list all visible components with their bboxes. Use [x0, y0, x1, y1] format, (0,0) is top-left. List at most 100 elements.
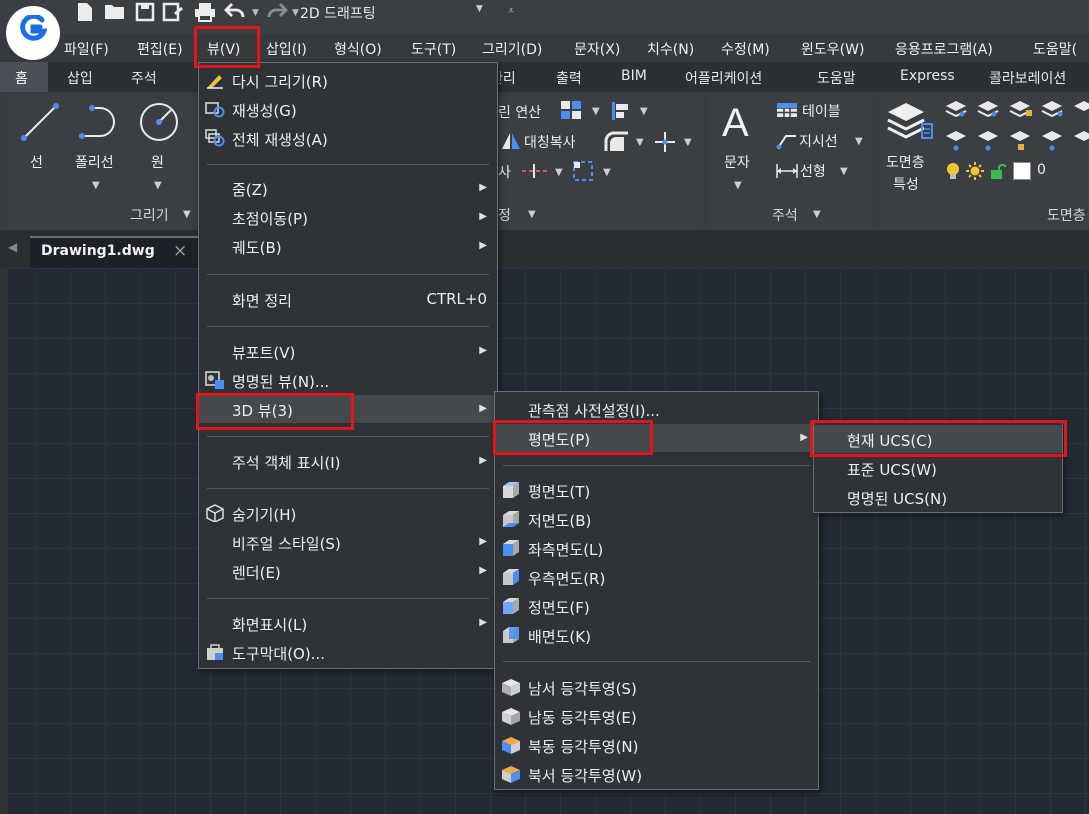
menu-dimension[interactable]: 치수(N) — [647, 39, 694, 61]
menu-item-front-view[interactable]: 정면도(F) — [495, 592, 818, 620]
layer-unlock-icon[interactable] — [990, 162, 1007, 180]
menu-tools[interactable]: 도구(T) — [411, 39, 456, 61]
annotation-panel-title[interactable]: 주석 — [772, 205, 798, 225]
line-label[interactable]: 선 — [30, 152, 43, 172]
modify-panel-title[interactable]: 정 — [498, 205, 511, 225]
menu-window[interactable]: 윈도우(W) — [801, 39, 864, 61]
layer-properties-icon[interactable] — [884, 98, 936, 144]
workspace-dropdown-icon[interactable]: ▼ — [476, 4, 483, 14]
draw-panel-expand-icon[interactable]: ▼ — [183, 209, 191, 220]
text-label[interactable]: 문자 — [724, 152, 750, 172]
menu-item-back-view[interactable]: 배면도(K) — [495, 621, 818, 649]
circle-icon[interactable] — [137, 100, 181, 144]
offset-icon[interactable] — [520, 161, 550, 181]
layer-on-bulb-icon[interactable] — [946, 162, 960, 180]
menu-item-visual-styles[interactable]: 비주얼 스타일(S) ▶ — [199, 528, 497, 556]
save-icon[interactable] — [134, 2, 156, 24]
menu-application[interactable]: 응용프로그램(A) — [895, 39, 993, 61]
menu-insert[interactable]: 삽입(I) — [266, 39, 307, 61]
menu-draw[interactable]: 그리기(D) — [482, 39, 542, 61]
polyline-icon[interactable] — [76, 100, 120, 144]
ribbon-tab-output[interactable]: 출력 — [556, 68, 582, 88]
workspace-selector[interactable]: 2D 드래프팅 — [300, 3, 490, 23]
menu-item-zoom[interactable]: 줌(Z) ▶ — [199, 174, 497, 202]
line-icon[interactable] — [18, 100, 62, 144]
menu-item-viewports[interactable]: 뷰포트(V) ▶ — [199, 337, 497, 365]
menu-item-pan[interactable]: 초점이동(P) ▶ — [199, 203, 497, 231]
ribbon-tab-annotation[interactable]: 주석 — [131, 68, 157, 88]
linear-dimension-icon[interactable] — [775, 162, 799, 180]
tab-scroll-left-icon[interactable]: ◀ — [8, 240, 17, 254]
document-tab-drawing1[interactable]: Drawing1.dwg × — [30, 236, 198, 268]
fillet-icon[interactable] — [604, 131, 630, 153]
undo-icon[interactable] — [224, 2, 246, 24]
leader-dropdown-icon[interactable]: ▼ — [855, 136, 863, 147]
menu-item-ne-isometric[interactable]: 북동 등각투영(N) — [495, 731, 818, 759]
menu-item-regen-all[interactable]: 전체 재생성(A) — [199, 124, 497, 152]
text-icon[interactable]: A — [722, 100, 762, 146]
menu-item-current-ucs[interactable]: 현재 UCS(C) — [814, 425, 1062, 453]
offset-dropdown-icon[interactable]: ▼ — [555, 167, 563, 178]
layer-properties-label-1[interactable]: 도면층 — [886, 152, 925, 172]
array-icon[interactable] — [560, 100, 584, 122]
align-icon[interactable] — [610, 100, 632, 122]
menu-item-named-views[interactable]: 명명된 뷰(N)... — [199, 366, 497, 394]
menu-item-right-view[interactable]: 우측면도(R) — [495, 563, 818, 591]
array-dropdown-icon[interactable]: ▼ — [592, 106, 600, 117]
polyline-label[interactable]: 폴리선 — [75, 152, 114, 172]
mirror-label[interactable]: 대칭복사 — [524, 132, 576, 152]
menu-item-redraw[interactable]: 다시 그리기(R) — [199, 66, 497, 94]
ribbon-tab-express[interactable]: Express — [900, 68, 955, 84]
menu-item-display[interactable]: 화면표시(L) ▶ — [199, 609, 497, 637]
ribbon-tab-help[interactable]: 도움말 — [817, 68, 856, 88]
menu-format[interactable]: 형식(O) — [334, 39, 382, 61]
ribbon-tab-bim[interactable]: BIM — [621, 68, 647, 84]
stretch-dropdown-icon[interactable]: ▼ — [603, 167, 611, 178]
menu-item-top-view[interactable]: 평면도(T) — [495, 476, 818, 504]
menu-item-3d-views[interactable]: 3D 뷰(3) ▶ — [199, 395, 497, 423]
menu-item-plan-view[interactable]: 평면도(P) ▶ — [495, 424, 818, 452]
linear-dropdown-icon[interactable]: ▼ — [840, 166, 848, 177]
print-icon[interactable] — [194, 2, 216, 24]
table-icon[interactable] — [776, 102, 798, 118]
modify-panel-expand-icon[interactable]: ▼ — [528, 209, 536, 220]
explode-dropdown-icon[interactable]: ▼ — [684, 137, 692, 148]
menu-item-orbit[interactable]: 궤도(B) ▶ — [199, 232, 497, 260]
stretch-icon[interactable] — [572, 160, 596, 182]
menu-view[interactable]: 뷰(V) — [207, 39, 240, 61]
fillet-dropdown-icon[interactable]: ▼ — [636, 137, 644, 148]
explode-icon[interactable] — [652, 131, 678, 153]
circle-dropdown-icon[interactable]: ▼ — [154, 180, 162, 191]
linear-label[interactable]: 선형 — [800, 161, 826, 181]
boolean-label[interactable]: 린 연산 — [498, 102, 541, 122]
new-file-icon[interactable] — [74, 2, 96, 24]
table-label[interactable]: 테이블 — [802, 101, 841, 121]
ribbon-tab-home[interactable]: 홈 — [0, 62, 48, 92]
align-dropdown-icon[interactable]: ▼ — [640, 106, 648, 117]
quick-access-more-icon[interactable]: ⩡ — [508, 4, 514, 18]
menu-item-world-ucs[interactable]: 표준 UCS(W) — [814, 454, 1062, 482]
ribbon-tab-collaboration[interactable]: 콜라보레이션 — [989, 68, 1066, 88]
menu-item-viewpoint-presets[interactable]: 관측점 사전설정(I)... — [495, 395, 818, 423]
menu-item-sw-isometric[interactable]: 남서 등각투영(S) — [495, 673, 818, 701]
redo-icon[interactable] — [266, 2, 288, 24]
layer-properties-label-2[interactable]: 특성 — [893, 174, 919, 194]
menu-text[interactable]: 문자(X) — [574, 39, 620, 61]
menu-modify[interactable]: 수정(M) — [721, 39, 770, 61]
menu-item-left-view[interactable]: 좌측면도(L) — [495, 534, 818, 562]
menu-item-toolbars[interactable]: 도구막대(O)... — [199, 638, 497, 666]
close-tab-icon[interactable]: × — [173, 241, 187, 261]
undo-dropdown-icon[interactable]: ▼ — [252, 6, 262, 20]
menu-item-regen[interactable]: 재생성(G) — [199, 95, 497, 123]
layer-color-swatch[interactable] — [1013, 162, 1031, 180]
app-logo-icon[interactable] — [6, 6, 60, 60]
current-layer-name[interactable]: 0 — [1037, 162, 1046, 178]
annotation-panel-expand-icon[interactable]: ▼ — [813, 209, 821, 220]
menu-item-clean-screen[interactable]: 화면 정리 CTRL+0 — [199, 285, 497, 313]
layer-panel-title[interactable]: 도면층 — [1047, 205, 1086, 225]
layer-tools-icon[interactable] — [942, 98, 1089, 156]
polyline-dropdown-icon[interactable]: ▼ — [92, 180, 100, 191]
copy-label[interactable]: 사 — [498, 162, 511, 182]
menu-item-named-ucs[interactable]: 명명된 UCS(N) — [814, 483, 1062, 511]
menu-item-hide[interactable]: 숨기기(H) — [199, 499, 497, 527]
